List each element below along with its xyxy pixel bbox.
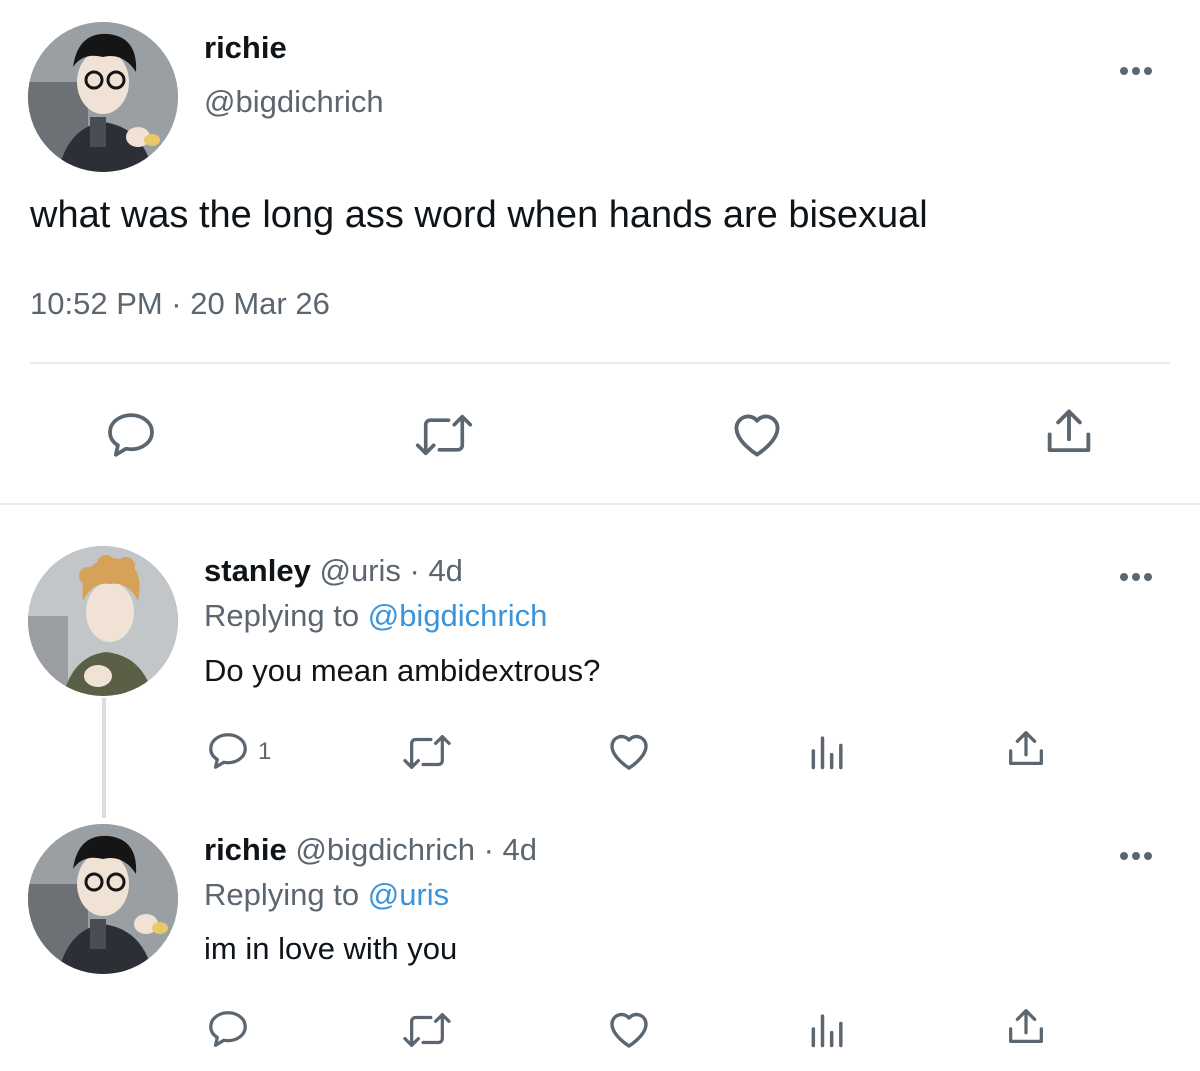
tweet-text: what was the long ass word when hands ar… <box>30 194 928 236</box>
replying-prefix: Replying to <box>204 598 360 633</box>
thread-line <box>102 698 106 818</box>
replying-to: Replying to @bigdichrich <box>204 598 547 634</box>
avatar[interactable] <box>28 546 178 696</box>
analytics-icon[interactable] <box>806 729 850 773</box>
display-name[interactable]: richie <box>204 832 287 867</box>
avatar[interactable] <box>28 824 178 974</box>
reply-meta[interactable]: @uris · 4d <box>319 553 462 588</box>
analytics-icon[interactable] <box>806 1007 850 1051</box>
reply-header: stanley @uris · 4d <box>204 553 463 589</box>
share-icon[interactable] <box>1003 726 1049 772</box>
like-icon[interactable] <box>605 1005 653 1053</box>
handle[interactable]: @bigdichrich <box>204 84 384 120</box>
divider <box>30 362 1170 364</box>
retweet-icon[interactable] <box>412 407 476 463</box>
reply-icon[interactable] <box>205 728 251 774</box>
more-options-icon[interactable] <box>1120 847 1156 865</box>
retweet-icon[interactable] <box>400 1007 454 1053</box>
share-icon[interactable] <box>1003 1004 1049 1050</box>
replying-to: Replying to @uris <box>204 877 449 913</box>
replying-prefix: Replying to <box>204 877 360 912</box>
retweet-icon[interactable] <box>400 729 454 775</box>
reply-header: richie @bigdichrich · 4d <box>204 832 537 868</box>
reply-meta[interactable]: @bigdichrich · 4d <box>295 832 537 867</box>
more-options-icon[interactable] <box>1120 568 1156 586</box>
replying-to-link[interactable]: @uris <box>368 877 449 912</box>
timestamp[interactable]: 10:52 PM · 20 Mar 26 <box>30 286 330 322</box>
more-options-icon[interactable] <box>1120 62 1156 80</box>
like-icon[interactable] <box>605 727 653 775</box>
avatar[interactable] <box>28 22 178 172</box>
like-icon[interactable] <box>728 405 786 463</box>
divider <box>0 503 1200 505</box>
reply-icon[interactable] <box>103 407 159 463</box>
display-name[interactable]: stanley <box>204 553 311 588</box>
reply-text: Do you mean ambidextrous? <box>204 653 601 688</box>
display-name[interactable]: richie <box>204 30 287 66</box>
reply-count: 1 <box>258 738 272 765</box>
replying-to-link[interactable]: @bigdichrich <box>368 598 548 633</box>
reply-text: im in love with you <box>204 931 458 966</box>
share-icon[interactable] <box>1040 403 1098 461</box>
reply-icon[interactable] <box>205 1006 251 1052</box>
